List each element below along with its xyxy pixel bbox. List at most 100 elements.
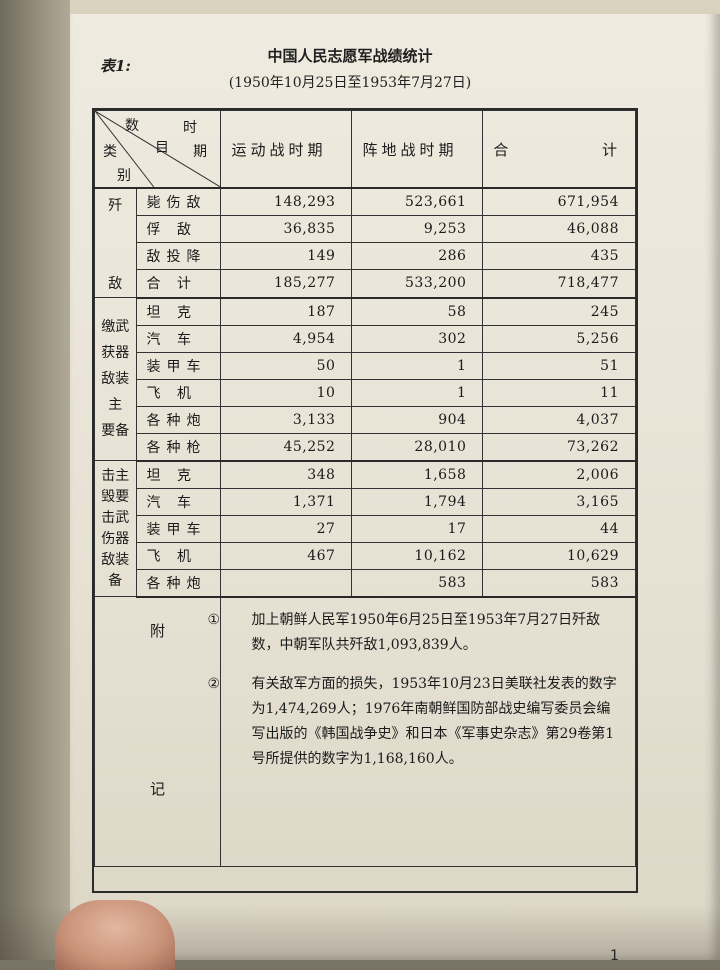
table-title: 中国人民志愿军战绩统计 (267, 47, 433, 65)
table-subtitle: (1950年10月25日至1953年7月27日) (228, 75, 472, 91)
table-row: 各种炮 3,133 904 4,037 (95, 405, 636, 434)
cell-value: 148,293 (220, 187, 353, 217)
row-item-label: 坦 克 (135, 460, 222, 489)
cell-value: 2,006 (482, 460, 636, 489)
category-label: 获器 (101, 345, 130, 361)
category-label: 歼 (108, 198, 123, 214)
table-row: 俘 敌 36,835 9,253 46,088 (95, 215, 636, 244)
cell-value: 44 (482, 514, 636, 543)
cell-value: 1 (351, 351, 484, 380)
table-row: 合 计 185,277 533,200 718,477 (95, 269, 636, 299)
note-marker: ① (207, 611, 221, 628)
note-item: ② 有关敌军方面的损失，1953年10月23日美联社发表的数字为1,474,269… (207, 672, 623, 772)
category-label: 敌装 (101, 551, 130, 568)
note-text: 加上朝鲜人民军1950年6月25日至1953年7月27日歼敌数，中朝军队共歼敌1… (251, 611, 601, 653)
header-row: 数 时 类 目 期 别 运动战时期 阵地战时期 合 计 (93, 110, 636, 189)
notes-label-cell: 附 记 (93, 596, 222, 867)
table-row: 装甲车 50 1 51 (95, 351, 636, 380)
cell-value: 467 (220, 541, 353, 570)
note-text: 有关敌军方面的损失，1953年10月23日美联社发表的数字为1,474,269人… (251, 675, 617, 767)
cell-value: 10 (220, 378, 353, 407)
category-cell-annihilate: 歼 敌 (94, 187, 137, 298)
note-marker: ② (207, 675, 221, 692)
category-label: 伤器 (101, 530, 130, 547)
column-header-mobile-war: 运动战时期 (220, 110, 353, 189)
cell-value: 73,262 (482, 432, 636, 462)
notes-label-fu: 附 (150, 621, 166, 640)
cell-value: 10,162 (351, 541, 484, 570)
row-item-label: 各种枪 (135, 432, 222, 462)
column-header-total-ji: 计 (601, 140, 621, 159)
table-row: 汽 车 1,371 1,794 3,165 (95, 487, 636, 516)
column-header-total: 合 计 (482, 110, 636, 189)
row-item-label: 合 计 (135, 269, 222, 299)
category-label: 敌装 (101, 371, 130, 387)
cell-value: 286 (351, 242, 484, 271)
cell-value: 1 (351, 378, 484, 407)
cell-value: 27 (220, 514, 353, 543)
row-item-label: 俘 敌 (135, 215, 222, 244)
category-label: 要备 (101, 423, 130, 439)
row-item-label: 飞 机 (135, 378, 222, 407)
cell-value: 302 (351, 324, 484, 353)
note-item: ① 加上朝鲜人民军1950年6月25日至1953年7月27日歼敌数，中朝军队共歼敌… (207, 608, 623, 658)
category-cell-destroyed: 击主 毁要 击武 伤器 敌装 备 (94, 460, 137, 597)
table-row: 各种枪 45,252 28,010 73,262 (95, 432, 636, 462)
row-item-label: 坦 克 (135, 297, 222, 326)
cell-value: 583 (482, 568, 636, 598)
cell-value: 3,133 (220, 405, 353, 434)
cell-value: 583 (351, 568, 484, 598)
cell-value: 1,794 (351, 487, 484, 516)
table-row: 敌投降 149 286 435 (95, 242, 636, 271)
corner-label-bie: 别 (117, 168, 131, 184)
corner-label-shu: 数 (125, 118, 139, 134)
cell-value: 435 (482, 242, 636, 271)
cell-value: 45,252 (220, 432, 353, 462)
cell-value: 36,835 (220, 215, 353, 244)
cell-value: 58 (351, 297, 484, 326)
table-label: 表1: (100, 57, 131, 75)
category-label: 击主 (101, 467, 130, 484)
cell-value: 4,037 (482, 405, 636, 434)
row-item-label: 各种炮 (135, 405, 222, 434)
table-row: 飞 机 10 1 11 (95, 378, 636, 407)
row-item-label: 飞 机 (135, 541, 222, 570)
cell-value: 17 (351, 514, 484, 543)
table-row: 装甲车 27 17 44 (95, 514, 636, 543)
category-cell-captured: 缴武 获器 敌装 主 要备 (94, 297, 137, 461)
row-item-label: 汽 车 (135, 487, 222, 516)
row-item-label: 敌投降 (135, 242, 222, 271)
corner-header-cell: 数 时 类 目 期 别 (93, 110, 222, 189)
corner-label-qi: 期 (193, 144, 207, 160)
category-label: 备 (108, 572, 123, 589)
cell-value: 3,165 (482, 487, 636, 516)
table-row: 击主 毁要 击武 伤器 敌装 备 坦 克 348 1,658 2,006 (94, 460, 636, 597)
notes-content-cell: ① 加上朝鲜人民军1950年6月25日至1953年7月27日歼敌数，中朝军队共歼敌… (207, 596, 636, 867)
category-label: 主 (108, 397, 123, 413)
cell-value: 187 (220, 297, 353, 326)
category-label: 缴武 (101, 319, 130, 335)
row-item-label: 装甲车 (135, 514, 222, 543)
left-page-edge (0, 0, 78, 960)
column-header-positional-war: 阵地战时期 (351, 110, 484, 189)
cell-value: 671,954 (482, 187, 636, 217)
table-row: 汽 车 4,954 302 5,256 (95, 324, 636, 353)
row-item-label: 毙伤敌 (135, 187, 222, 217)
cell-value: 533,200 (351, 269, 484, 299)
cell-value: 523,661 (351, 187, 484, 217)
cell-value: 904 (351, 405, 484, 434)
cell-value: 185,277 (220, 269, 353, 299)
cell-value: 9,253 (351, 215, 484, 244)
corner-label-lei: 类 (103, 144, 117, 160)
cell-value: 5,256 (482, 324, 636, 353)
column-header-total-he: 合 (493, 140, 513, 159)
row-item-label: 装甲车 (135, 351, 222, 380)
notes-row: 附 记 ① 加上朝鲜人民军1950年6月25日至1953年7月27日歼敌数，中朝军… (93, 596, 636, 867)
book-page: 表1: 中国人民志愿军战绩统计 (1950年10月25日至1953年7月27日)… (70, 0, 720, 964)
cell-value: 28,010 (351, 432, 484, 462)
table-row: 飞 机 467 10,162 10,629 (95, 541, 636, 570)
category-label: 击武 (101, 509, 130, 526)
row-item-label: 各种炮 (135, 568, 222, 598)
top-page-strip (70, 0, 720, 14)
table-row: 缴武 获器 敌装 主 要备 坦 克 187 58 245 (94, 297, 636, 461)
